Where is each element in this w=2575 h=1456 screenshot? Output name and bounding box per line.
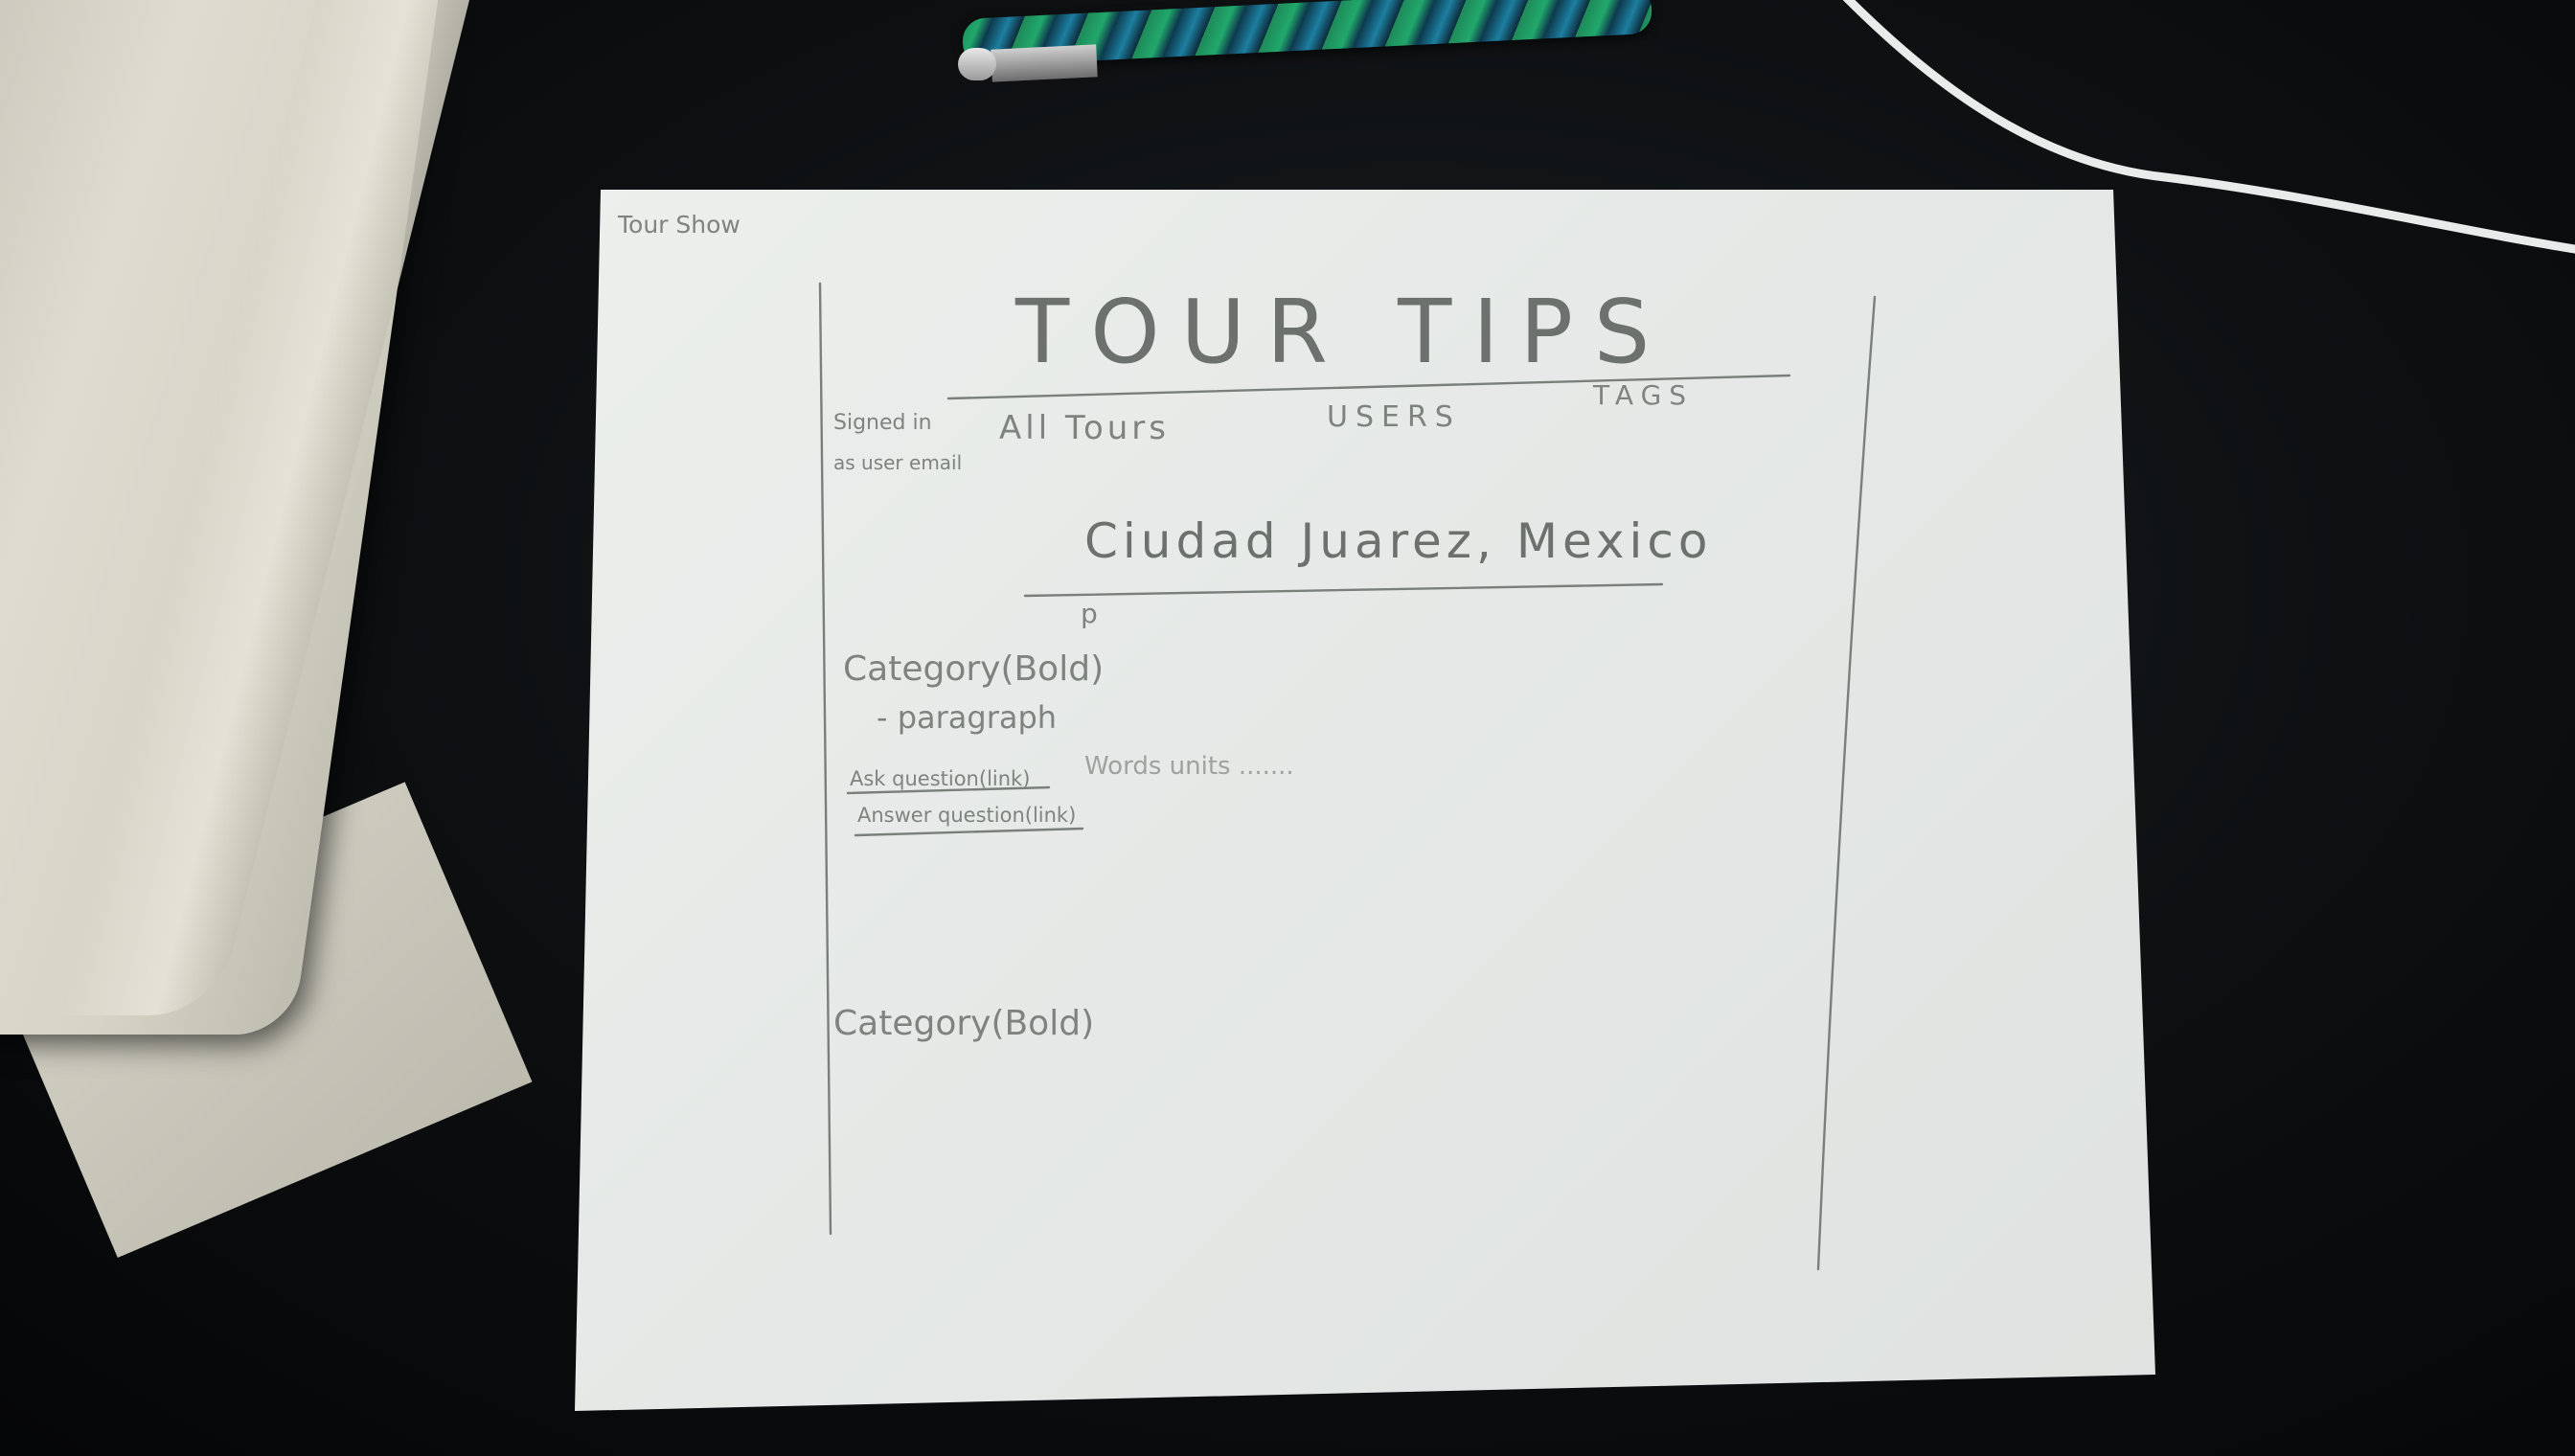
category-heading-2: Category(Bold) <box>833 1004 1094 1043</box>
photo-scene: Tour Show TOUR TIPS All Tours USERS TAGS… <box>0 0 2575 1456</box>
sign-in-note-line1: Signed in <box>833 411 932 435</box>
answer-question-underline <box>854 827 1084 837</box>
sign-in-note-line2: as user email <box>833 451 962 474</box>
location-heading: Ciudad Juarez, Mexico <box>1084 513 1712 569</box>
answer-question-link: Answer question(link) <box>857 804 1076 827</box>
ask-question-link: Ask question(link) <box>850 767 1030 790</box>
nav-all-tours: All Tours <box>999 409 1170 447</box>
nav-tags: TAGS <box>1592 379 1694 411</box>
sketch-title: TOUR TIPS <box>1014 281 1671 383</box>
nav-users: USERS <box>1327 400 1461 434</box>
corner-label: Tour Show <box>617 211 741 239</box>
frame-left-line <box>818 282 832 1236</box>
p-mark: p <box>1081 598 1098 629</box>
location-underline <box>1023 582 1664 598</box>
paragraph-text: - paragraph <box>877 699 1057 736</box>
category-heading-1: Category(Bold) <box>843 649 1104 689</box>
wireframe-sketch: Tour Show TOUR TIPS All Tours USERS TAGS… <box>617 211 1877 1271</box>
frame-right-line <box>1816 295 1877 1271</box>
words-note: Words units ....... <box>1084 752 1294 781</box>
